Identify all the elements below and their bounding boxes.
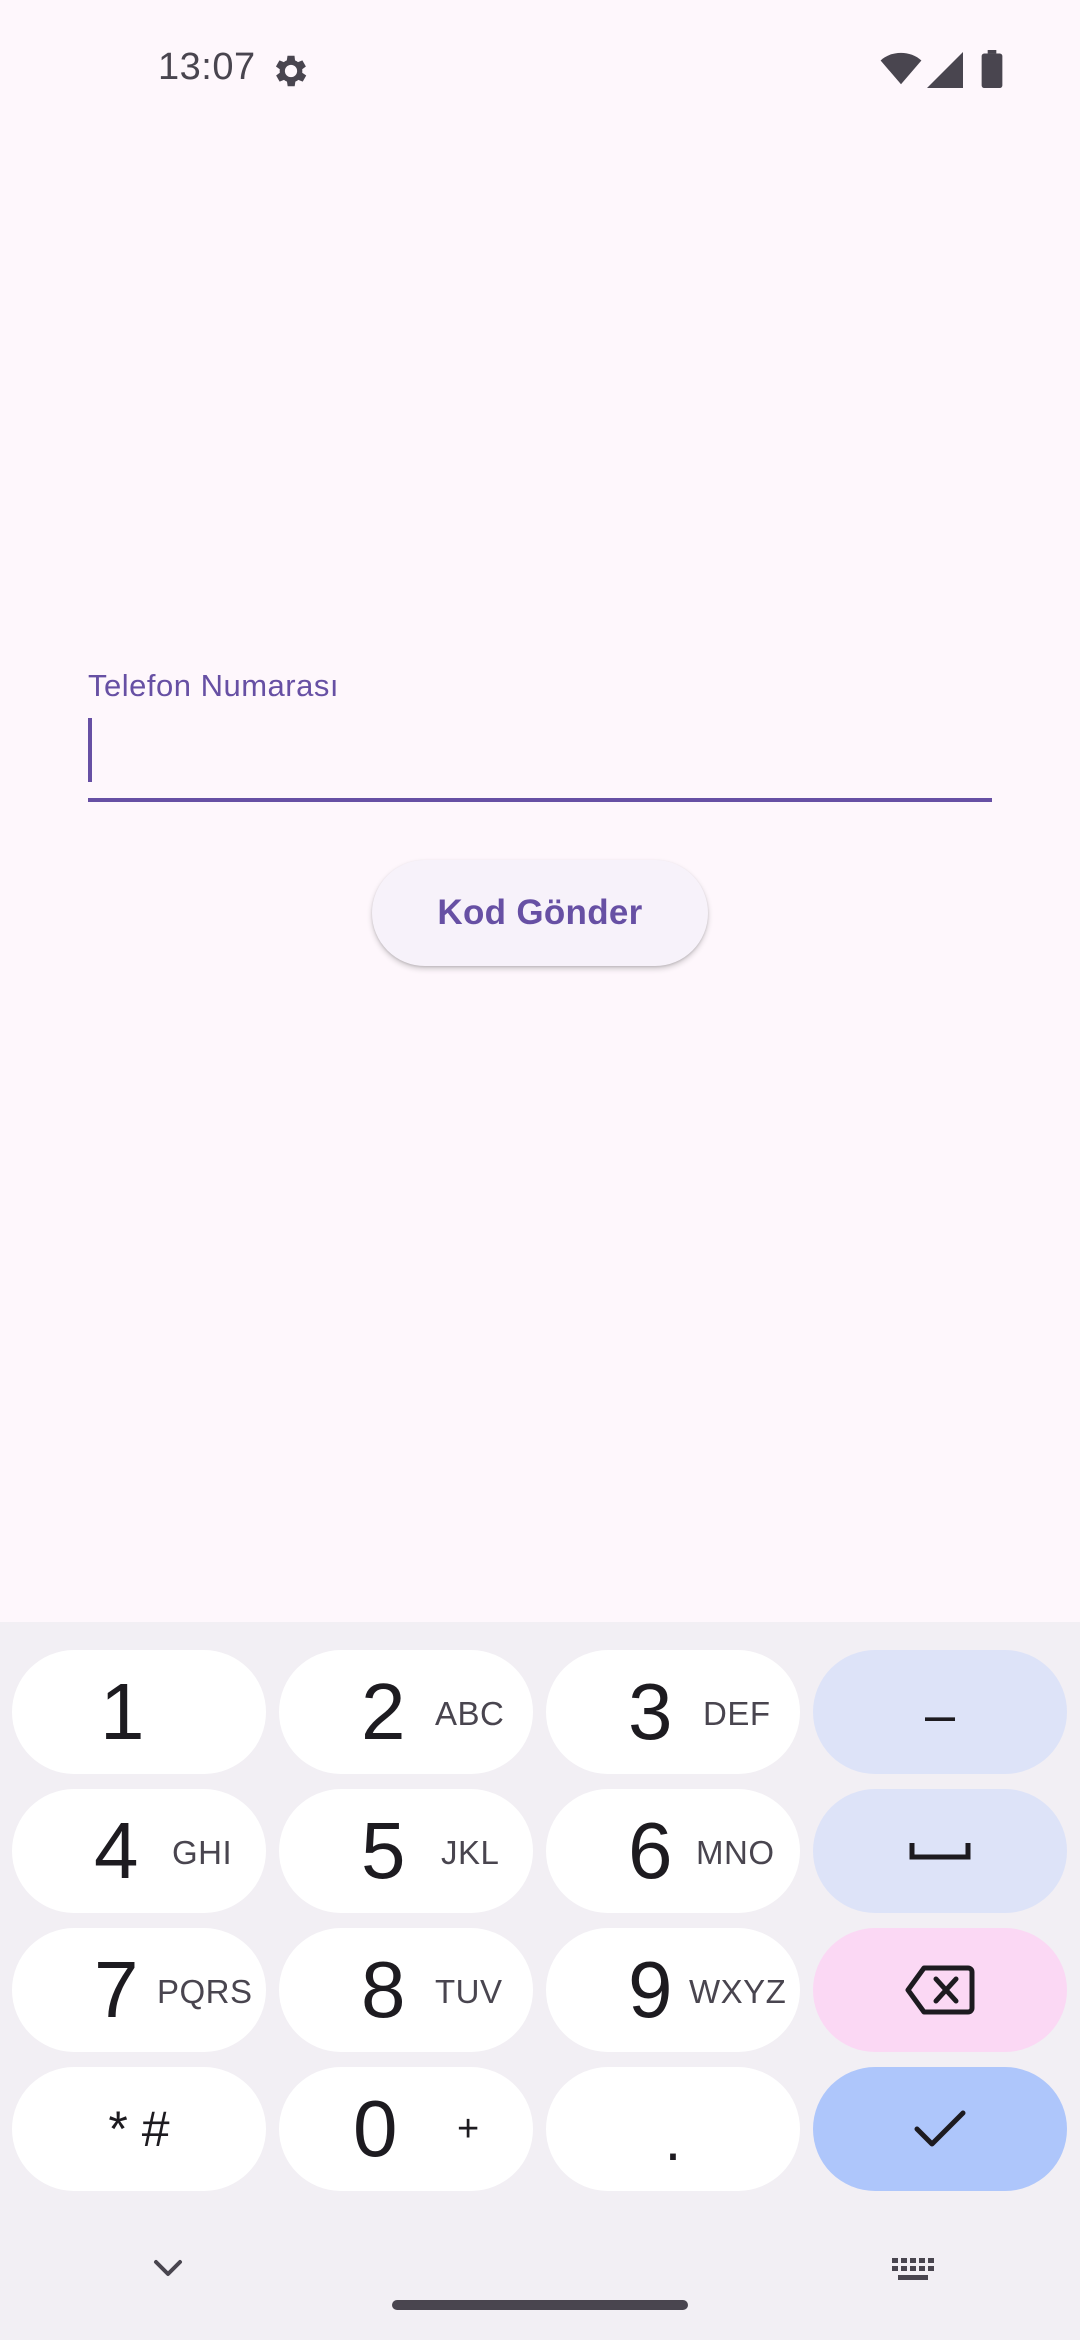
key-digit: 1 [100, 1667, 145, 1756]
phone-number-field[interactable]: Telefon Numarası [88, 660, 992, 804]
period-symbol: . [664, 2105, 682, 2173]
key-digit: 7 [94, 1945, 139, 2034]
key-letters: JKL [441, 1834, 500, 1871]
key-digit: 8 [361, 1945, 406, 2034]
key-2[interactable]: 2 ABC [279, 1650, 533, 1774]
key-digit: 9 [628, 1945, 673, 2034]
key-1[interactable]: 1 [12, 1650, 266, 1774]
star-hash-key[interactable]: * # [12, 2067, 266, 2191]
key-digit: 3 [628, 1667, 673, 1756]
key-letters: WXYZ [689, 1973, 787, 2010]
key-digit: 6 [628, 1806, 673, 1895]
key-letters: GHI [172, 1834, 233, 1871]
period-key[interactable]: . [546, 2067, 800, 2191]
home-indicator[interactable] [392, 2300, 688, 2310]
send-code-button-label: Kod Gönder [437, 893, 643, 932]
key-letters: DEF [703, 1695, 771, 1732]
dash-key[interactable]: – [813, 1650, 1067, 1774]
gear-icon [275, 55, 307, 87]
key-letters: + [457, 2108, 480, 2150]
key-5[interactable]: 5 JKL [279, 1789, 533, 1913]
key-digit: 0 [353, 2084, 398, 2173]
space-key[interactable] [813, 1789, 1067, 1913]
key-3[interactable]: 3 DEF [546, 1650, 800, 1774]
key-digit: 5 [361, 1806, 406, 1895]
key-8[interactable]: 8 TUV [279, 1928, 533, 2052]
key-7[interactable]: 7 PQRS [12, 1928, 266, 2052]
backspace-key[interactable] [813, 1928, 1067, 2052]
status-bar: 13:07 [0, 0, 1080, 140]
key-letters: MNO [696, 1834, 775, 1871]
field-underline [88, 798, 992, 802]
text-cursor [88, 718, 92, 782]
key-digit: 2 [361, 1667, 406, 1756]
key-letters: PQRS [157, 1973, 253, 2010]
phone-number-input[interactable] [88, 716, 992, 796]
key-6[interactable]: 6 MNO [546, 1789, 800, 1913]
backspace-icon [905, 1965, 975, 2015]
battery-icon [981, 50, 1003, 88]
key-letters: ABC [435, 1695, 505, 1732]
key-letters: TUV [435, 1973, 503, 2010]
enter-key[interactable] [813, 2067, 1067, 2191]
key-4[interactable]: 4 GHI [12, 1789, 266, 1913]
key-digit: 4 [94, 1806, 139, 1895]
chevron-down-icon[interactable] [150, 2256, 186, 2280]
dash-symbol: – [924, 1685, 956, 1745]
signal-icon [927, 52, 963, 88]
keyboard-icon[interactable] [890, 2256, 936, 2286]
status-time: 13:07 [158, 46, 256, 88]
send-code-button[interactable]: Kod Gönder [372, 860, 708, 966]
check-icon [914, 2110, 966, 2147]
space-icon [909, 1843, 971, 1860]
phone-number-label: Telefon Numarası [88, 668, 339, 703]
key-0[interactable]: 0 + [279, 2067, 533, 2191]
wifi-icon [880, 52, 922, 85]
star-hash-symbol: * # [108, 2101, 170, 2157]
key-9[interactable]: 9 WXYZ [546, 1928, 800, 2052]
